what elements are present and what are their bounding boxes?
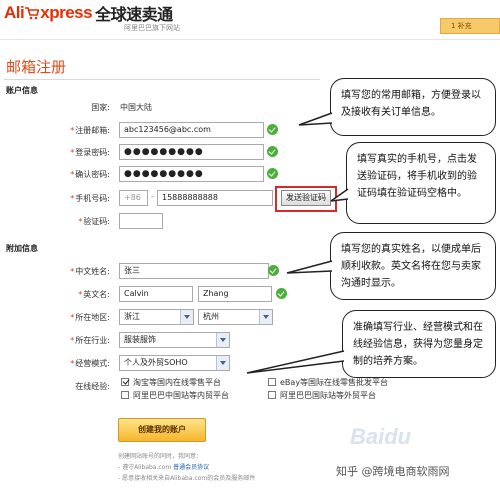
chevron-down-icon [180,310,193,324]
callout-name-tip: 填写您的真实姓名，以便成单后顺利收款。英文名将在您与卖家沟通时显示。 [286,232,496,300]
callout-text: 填写您的真实姓名，以便成单后顺利收款。英文名将在您与卖家沟通时显示。 [341,244,481,289]
experience-option-label: 阿里巴巴国际站等外贸平台 [280,391,376,400]
online-experience-label: 在线经验: [75,382,110,391]
account-section-title: 账户信息 [6,86,38,95]
business-mode-select[interactable]: 个人及外贸SOHO [119,355,230,371]
valid-check-icon [267,124,278,135]
phone-country-code: +86 [119,190,148,206]
create-account-button[interactable]: 创建我的账户 [118,418,206,442]
chinese-name-label: *中文姓名: [70,267,110,276]
experience-checkbox-alibaba-china[interactable] [121,391,129,399]
region-label: *所在地区: [70,313,110,322]
phone-label: *手机号码: [70,194,110,203]
valid-check-icon [276,288,287,299]
callout-text: 准确填写行业、经营模式和在线经验信息，获得为您量身定制的培养方案。 [353,322,483,367]
site-header: Ali xpress 全球速卖通 阿里巴巴旗下网站 1 补充 [0,0,500,40]
aliexpress-logo[interactable]: Ali xpress 全球速卖通 [4,2,173,24]
logo-chinese-text: 全球速卖通 [95,5,173,24]
page-title: 邮箱注册 [6,58,67,76]
required-star: * [70,148,75,157]
experience-checkbox-taobao[interactable] [121,378,129,386]
password-label: *登录密码: [70,148,110,157]
required-star: * [70,336,75,345]
logo-express-text: xpress [40,3,93,22]
city-value: 杭州 [203,312,219,321]
callout-pointer [286,260,333,274]
experience-checkbox-alibaba-intl[interactable] [268,391,276,399]
province-select[interactable]: 浙江 [119,309,194,325]
valid-check-icon [267,146,278,157]
country-label: 国家: [91,103,110,112]
required-star: * [70,267,75,276]
valid-check-icon [267,168,278,179]
last-name-field[interactable]: Zhang [198,286,272,302]
password-field[interactable]: ●●●●●●●●● [119,144,264,160]
callout-text: 填写您的常用邮箱，方便登录以及接收有关订单信息。 [341,90,481,118]
title-divider [4,79,320,80]
business-mode-label: *经营模式: [70,359,110,368]
agreement-intro: 创建网站账号的同时，我同意： [118,453,203,460]
verification-code-field[interactable] [119,213,163,229]
phone-separator: - [151,192,154,201]
first-name-field[interactable]: Calvin [119,286,193,302]
confirm-password-label: *确认密码: [70,170,110,179]
industry-select[interactable]: 服装服饰 [119,332,230,348]
industry-value: 服装服饰 [124,335,156,344]
send-code-button[interactable]: 发送验证码 [281,190,331,206]
phone-field[interactable]: 15888888888 [157,190,273,206]
agreement-line: - 遵守Alibaba.com 普通会员协议 [118,464,210,471]
confirm-password-field[interactable]: ●●●●●●●●● [119,166,264,182]
experience-option-label: 阿里巴巴中国站等内贸平台 [133,391,229,400]
callout-industry-tip: 准确填写行业、经营模式和在线经验信息，获得为您量身定制的培养方案。 [246,310,496,378]
email-field[interactable]: abc123456@abc.com [119,122,264,138]
industry-label: *所在行业: [70,336,110,345]
chevron-down-icon [259,310,272,324]
chevron-down-icon [216,333,229,347]
province-value: 浙江 [124,312,140,321]
required-star: * [78,290,83,299]
logo-ali-text: Ali [4,3,25,22]
callout-pointer [246,350,345,374]
callout-pointer [298,112,333,126]
step-indicator: 1 补充 [440,18,500,34]
site-tagline: 阿里巴巴旗下网站 [124,24,180,32]
valid-check-icon [268,265,279,276]
baidu-watermark: Baidu [350,424,412,449]
chevron-down-icon [216,356,229,370]
callout-pointer [330,188,349,202]
callout-text: 填写真实的手机号，点击发送验证码，将手机收到的验证码填在验证码空格中。 [357,154,477,199]
callout-email-tip: 填写您的常用邮箱，方便登录以及接收有关订单信息。 [298,78,496,136]
required-star: * [70,359,75,368]
required-star: * [70,170,75,179]
business-mode-value: 个人及外贸SOHO [124,358,188,367]
email-label: *注册邮箱: [70,126,110,135]
shopping-cart-icon [25,6,40,19]
required-star: * [70,194,75,203]
country-value: 中国大陆 [120,103,152,112]
callout-phone-tip: 填写真实的手机号，点击发送验证码，将手机收到的验证码填在验证码空格中。 [330,142,496,224]
english-name-label: *英文名: [78,290,110,299]
member-agreement-link[interactable]: 普通会员协议 [173,464,209,471]
chinese-name-field[interactable]: 张三 [119,263,269,279]
city-select[interactable]: 杭州 [198,309,273,325]
code-label: *验证码: [78,217,110,226]
required-star: * [70,313,75,322]
required-star: * [78,217,83,226]
email-consent-line: - 愿意接收相关来自Alibaba.com的会员及服务邮件 [118,475,256,482]
extra-section-title: 附加信息 [6,244,38,253]
experience-option-label: 淘宝等国内在线零售平台 [133,378,221,387]
required-star: * [70,126,75,135]
zhihu-watermark: 知乎 @跨境电商软雨网 [336,465,450,478]
